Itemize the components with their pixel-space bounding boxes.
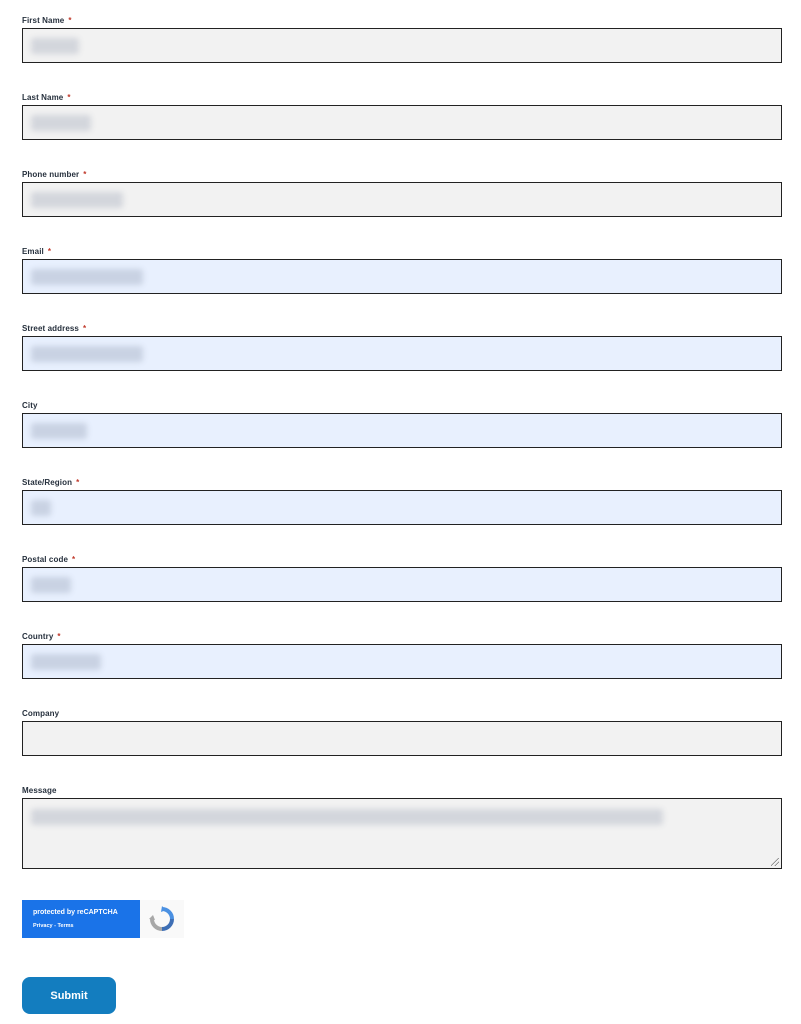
redacted-value (31, 809, 663, 825)
recaptcha-logo-icon (140, 900, 184, 938)
last-name-field: Last Name * (22, 92, 782, 140)
city-input[interactable] (22, 413, 782, 448)
company-field: Company (22, 708, 782, 756)
company-label: Company (22, 709, 60, 718)
message-field: Message (22, 785, 782, 869)
redacted-value (31, 38, 79, 54)
street-address-field: Street address * (22, 323, 782, 371)
resize-handle-icon[interactable] (771, 858, 779, 866)
required-marker: * (57, 632, 61, 641)
redacted-value (31, 423, 87, 439)
street-address-label: Street address * (22, 324, 87, 333)
redacted-value (31, 192, 123, 208)
redacted-value (31, 577, 71, 593)
required-marker: * (83, 170, 87, 179)
phone-input[interactable] (22, 182, 782, 217)
required-marker: * (72, 555, 76, 564)
required-marker: * (76, 478, 80, 487)
country-field: Country * (22, 631, 782, 679)
state-region-input[interactable] (22, 490, 782, 525)
redacted-value (31, 269, 143, 285)
first-name-input[interactable] (22, 28, 782, 63)
country-input[interactable] (22, 644, 782, 679)
state-region-label: State/Region * (22, 478, 80, 487)
redacted-value (31, 654, 101, 670)
required-marker: * (82, 324, 87, 333)
message-label: Message (22, 786, 57, 795)
postal-code-label: Postal code * (22, 555, 76, 564)
recaptcha-links[interactable]: Privacy - Terms (33, 921, 140, 931)
email-label: Email * (22, 247, 52, 256)
message-textarea[interactable] (22, 798, 782, 869)
last-name-label: Last Name * (22, 93, 71, 102)
recaptcha-panel: protected by reCAPTCHA Privacy - Terms (22, 900, 140, 938)
city-label: City (22, 401, 38, 410)
email-field: Email * (22, 246, 782, 294)
required-marker: * (67, 93, 71, 102)
redacted-value (31, 115, 91, 131)
postal-code-field: Postal code * (22, 554, 782, 602)
required-marker: * (47, 247, 52, 256)
city-field: City (22, 400, 782, 448)
recaptcha-title: protected by reCAPTCHA (33, 909, 118, 916)
street-address-input[interactable] (22, 336, 782, 371)
phone-field: Phone number * (22, 169, 782, 217)
company-input[interactable] (22, 721, 782, 756)
state-region-field: State/Region * (22, 477, 782, 525)
first-name-label: First Name * (22, 16, 72, 25)
last-name-input[interactable] (22, 105, 782, 140)
country-label: Country * (22, 632, 61, 641)
redacted-value (31, 346, 143, 362)
redacted-value (31, 500, 51, 516)
recaptcha-badge: protected by reCAPTCHA Privacy - Terms (22, 900, 184, 940)
postal-code-input[interactable] (22, 567, 782, 602)
required-marker: * (68, 16, 72, 25)
email-input[interactable] (22, 259, 782, 294)
submit-button[interactable]: Submit (22, 977, 116, 1014)
first-name-field: First Name * (22, 15, 782, 63)
phone-label: Phone number * (22, 170, 87, 179)
